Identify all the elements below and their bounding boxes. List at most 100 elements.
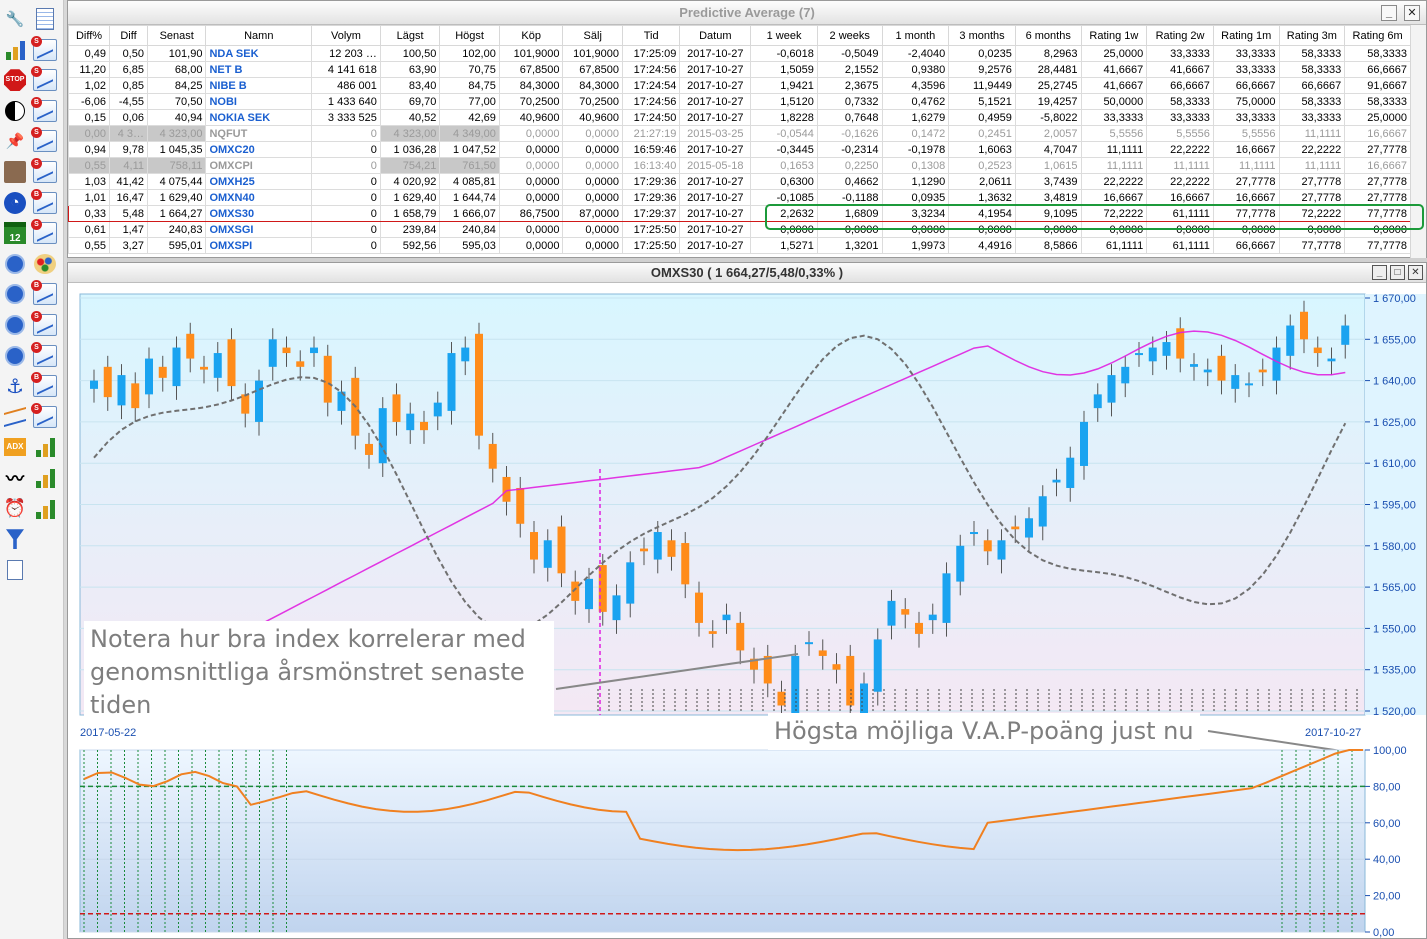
calendar-icon[interactable]: 12 bbox=[2, 220, 28, 246]
palette-icon[interactable] bbox=[32, 251, 58, 277]
candle bbox=[1162, 342, 1171, 356]
notepad-icon[interactable] bbox=[32, 6, 58, 32]
table-row[interactable]: 11,20 6,85 68,00 NET B4 141 618 63,90 70,75 67… bbox=[67, 61, 1411, 78]
trend-lines-icon[interactable] bbox=[2, 404, 28, 430]
candle bbox=[516, 487, 525, 524]
column-header[interactable]: 2 weeks bbox=[816, 25, 883, 46]
table-row[interactable]: -6,06 -4,55 70,50 NOBI 1 433 640 69,70 77,00 70… bbox=[67, 93, 1411, 110]
table-cell: 70,75 bbox=[439, 61, 500, 78]
table-row[interactable]: 0,55 3,27 595,01 OMXSPI 0 592,56 595,03 0,0000 0… bbox=[67, 237, 1411, 254]
table-cell: 2,3675 bbox=[816, 77, 883, 94]
candle bbox=[103, 366, 112, 398]
table-row[interactable]: 0,55 4,11 758,11 OMXCPI 0 754,21 761,50 0,0000 0… bbox=[67, 157, 1411, 174]
column-header[interactable]: 1 month bbox=[881, 25, 950, 46]
column-header[interactable]: Rating 3m bbox=[1278, 25, 1346, 46]
column-header[interactable]: Volym bbox=[311, 25, 381, 46]
column-header[interactable]: Köp bbox=[498, 25, 564, 46]
minimize-button[interactable]: _ bbox=[1381, 5, 1397, 21]
chart-close-button[interactable]: ✕ bbox=[1408, 265, 1423, 280]
wrench-icon[interactable]: 🔧 bbox=[2, 6, 28, 32]
column-header[interactable]: Högst bbox=[439, 25, 500, 46]
anchor-icon[interactable]: ⚓ bbox=[2, 373, 28, 399]
waveform-icon[interactable]: 〰 bbox=[2, 465, 28, 491]
bar-chart-icon[interactable] bbox=[32, 434, 58, 460]
compass-icon[interactable] bbox=[2, 281, 28, 307]
table-cell: 0,1308 bbox=[881, 157, 950, 174]
column-header[interactable]: Senast bbox=[146, 25, 207, 46]
table-cell: 27,7778 bbox=[1344, 141, 1411, 158]
bar-chart-icon[interactable] bbox=[32, 496, 58, 522]
table-cell: 17:25:50 bbox=[621, 237, 681, 254]
column-header[interactable]: Rating 1m bbox=[1212, 25, 1280, 46]
column-header[interactable]: Rating 1w bbox=[1080, 25, 1148, 46]
column-header[interactable]: 1 week bbox=[750, 25, 818, 46]
chart-minimize-button[interactable]: _ bbox=[1372, 265, 1387, 280]
table-row[interactable]: 0,00 4 3… 4 323,00 NQFUT 0 4 323,00 4 349,00 0,… bbox=[67, 125, 1411, 142]
bar-chart-icon[interactable] bbox=[2, 37, 28, 63]
table-cell: -4,55 bbox=[109, 93, 148, 110]
spiral-icon[interactable]: ◔ bbox=[2, 190, 28, 216]
chart-maximize-button[interactable]: □ bbox=[1390, 265, 1405, 280]
table-cell: 4 323,00 bbox=[379, 125, 441, 142]
compass-icon[interactable] bbox=[2, 312, 28, 338]
price-chart[interactable]: 1 670,00 1 655,00 1 640,00 1 625,00 1 610,00… bbox=[68, 284, 1426, 939]
table-cell: 27,7778 bbox=[1278, 173, 1346, 190]
column-header[interactable]: Rating 6m bbox=[1344, 25, 1411, 46]
table-cell: 66,6667 bbox=[1278, 77, 1346, 94]
table-cell: 17:24:54 bbox=[621, 77, 681, 94]
table-cell: 1 644,74 bbox=[439, 189, 500, 206]
table-row[interactable]: 0,94 9,78 1 045,35 OMXC20 0 1 036,28 1 047,52 0… bbox=[67, 141, 1411, 158]
pin-icon[interactable]: 📌 bbox=[2, 128, 28, 154]
table-cell: 41,6667 bbox=[1080, 61, 1148, 78]
chart-window-icon[interactable]: S bbox=[31, 341, 58, 369]
avatar-icon[interactable] bbox=[2, 159, 28, 185]
column-header[interactable]: Rating 2w bbox=[1146, 25, 1214, 46]
compass-icon[interactable] bbox=[2, 251, 28, 277]
yin-yang-icon[interactable] bbox=[2, 98, 28, 124]
column-header[interactable]: Tid bbox=[621, 25, 681, 46]
chart-window-icon[interactable]: S bbox=[31, 219, 58, 246]
document-icon[interactable] bbox=[2, 557, 28, 583]
chart-window-icon[interactable]: S bbox=[31, 66, 58, 93]
stop-icon[interactable]: STOP bbox=[2, 67, 28, 93]
chart-window-icon[interactable]: S bbox=[31, 35, 58, 63]
adx-icon[interactable]: ADX bbox=[2, 434, 28, 460]
chart-window-icon[interactable]: S bbox=[31, 127, 58, 154]
date-end-label: 2017-10-27 bbox=[1305, 727, 1362, 739]
chart-window-icon[interactable]: B bbox=[31, 280, 58, 307]
chart-window-icon[interactable]: S bbox=[31, 158, 58, 185]
candle bbox=[1245, 383, 1253, 386]
price-tick-label: 1 655,00 bbox=[1373, 334, 1416, 346]
column-header[interactable]: Diff% bbox=[67, 25, 111, 46]
chart-window-icon[interactable]: B bbox=[31, 188, 58, 216]
column-header[interactable]: 6 months bbox=[1014, 25, 1082, 46]
table-row[interactable]: 0,15 0,06 40,94 NOKIA SEK 3 333 525 40,52 42,6… bbox=[67, 109, 1411, 126]
column-header[interactable]: Diff bbox=[109, 25, 148, 46]
chart-window-icon[interactable]: B bbox=[31, 372, 58, 399]
compass-icon[interactable] bbox=[2, 343, 28, 369]
close-button[interactable]: ✕ bbox=[1404, 5, 1420, 21]
table-cell: 40,94 bbox=[146, 109, 207, 126]
filter-icon[interactable] bbox=[2, 526, 28, 552]
column-header[interactable]: Sälj bbox=[562, 25, 623, 46]
column-header[interactable]: Datum bbox=[679, 25, 752, 46]
column-header[interactable]: Lägst bbox=[379, 25, 441, 46]
table-row[interactable]: 1,02 0,85 84,25 NIBE B 486 001 83,40 84,75 84,3… bbox=[67, 77, 1411, 94]
table-cell: 3 333 525 bbox=[311, 109, 381, 126]
candle bbox=[282, 347, 291, 354]
table-cell: 11,1111 bbox=[1278, 125, 1346, 142]
chart-window-icon[interactable]: S bbox=[31, 402, 58, 430]
bar-chart-icon[interactable] bbox=[32, 465, 58, 491]
table-cell: 4 141 618 bbox=[311, 61, 381, 78]
column-header[interactable]: Namn bbox=[205, 25, 313, 46]
alarm-clock-icon[interactable]: ⏰ bbox=[2, 496, 28, 522]
chart-window-icon[interactable]: S bbox=[31, 311, 58, 338]
candle bbox=[873, 639, 882, 692]
table-row[interactable]: 0,49 0,50 101,90 NDA SEK 12 203 … 100,50 102,0… bbox=[67, 45, 1411, 62]
candle bbox=[791, 655, 800, 714]
chart-window-icon[interactable]: B bbox=[31, 96, 58, 124]
table-cell: -0,6018 bbox=[750, 45, 818, 62]
table-row[interactable]: 1,03 41,42 4 075,44 OMXH25 0 4 020,92 4 085,81… bbox=[67, 173, 1411, 190]
table-cell: 42,69 bbox=[439, 109, 500, 126]
column-header[interactable]: 3 months bbox=[948, 25, 1016, 46]
